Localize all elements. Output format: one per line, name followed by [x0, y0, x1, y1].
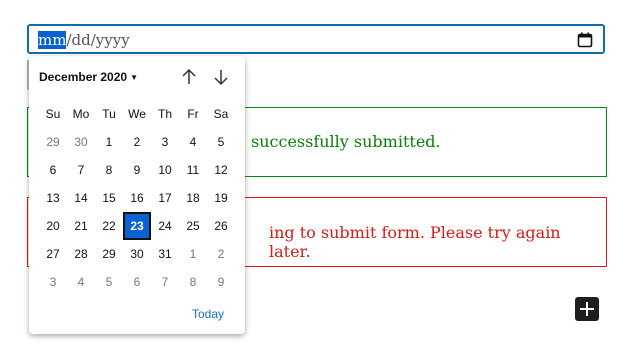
day-cell[interactable]: 8	[179, 268, 207, 296]
day-cell[interactable]: 26	[207, 212, 235, 240]
weekday-header: Tu	[102, 107, 116, 121]
day-cell[interactable]: 4	[67, 268, 95, 296]
day-cell[interactable]: 5	[207, 128, 235, 156]
day-cell[interactable]: 3	[151, 128, 179, 156]
weekday-header: We	[128, 107, 146, 121]
day-cell[interactable]: 2	[123, 128, 151, 156]
day-cell[interactable]: 3	[39, 268, 67, 296]
add-button[interactable]	[575, 297, 599, 321]
weekday-header: Su	[45, 107, 61, 121]
day-cell[interactable]: 27	[39, 240, 67, 268]
day-cell[interactable]: 17	[151, 184, 179, 212]
day-cell[interactable]: 6	[123, 268, 151, 296]
day-segment[interactable]: dd	[72, 31, 91, 49]
day-cell[interactable]: 25	[179, 212, 207, 240]
month-year-select[interactable]: December 2020 ▼	[39, 70, 138, 84]
day-cell[interactable]: 6	[39, 156, 67, 184]
day-cell[interactable]: 31	[151, 240, 179, 268]
month-year-label: December 2020	[39, 70, 128, 84]
day-cell[interactable]: 30	[123, 240, 151, 268]
caret-down-icon: ▼	[130, 73, 138, 82]
day-cell[interactable]: 1	[179, 240, 207, 268]
day-cell[interactable]: 28	[67, 240, 95, 268]
weekday-header: Mo	[72, 107, 90, 121]
month-segment[interactable]: mm	[38, 31, 67, 49]
day-cell[interactable]: 21	[67, 212, 95, 240]
today-button[interactable]: Today	[192, 307, 224, 321]
day-cell[interactable]: 18	[179, 184, 207, 212]
day-cell[interactable]: 19	[207, 184, 235, 212]
day-cell[interactable]: 29	[95, 240, 123, 268]
day-cell[interactable]: 15	[95, 184, 123, 212]
day-cell[interactable]: 1	[95, 128, 123, 156]
day-cell-selected[interactable]: 23	[123, 212, 151, 240]
weekday-header: Sa	[213, 107, 229, 121]
year-segment[interactable]: yyyy	[96, 31, 130, 49]
weekday-header: Fr	[187, 107, 199, 121]
previous-month-icon[interactable]	[180, 68, 198, 86]
day-cell[interactable]: 16	[123, 184, 151, 212]
day-cell[interactable]: 29	[39, 128, 67, 156]
calendar-grid: Su Mo Tu We Th Fr Sa 29 30 1 2 3 4 5 6 7 8 9 10 11 12 13 14 15 1…	[39, 100, 235, 296]
date-input[interactable]: mm/dd/yyyy	[27, 24, 605, 54]
plus-icon	[580, 302, 594, 316]
date-picker-popup: December 2020 ▼ Su Mo Tu We Th Fr Sa 29 30 1 2 3 4 5 6 7…	[29, 56, 245, 334]
day-cell[interactable]: 7	[67, 156, 95, 184]
day-cell[interactable]: 24	[151, 212, 179, 240]
day-cell[interactable]: 9	[123, 156, 151, 184]
day-cell[interactable]: 2	[207, 240, 235, 268]
day-cell[interactable]: 20	[39, 212, 67, 240]
success-text: successfully submitted.	[251, 132, 441, 151]
day-cell[interactable]: 22	[95, 212, 123, 240]
day-cell[interactable]: 12	[207, 156, 235, 184]
day-cell[interactable]: 9	[207, 268, 235, 296]
day-cell[interactable]: 13	[39, 184, 67, 212]
weekday-header: Th	[157, 107, 172, 121]
next-month-icon[interactable]	[212, 68, 230, 86]
day-cell[interactable]: 14	[67, 184, 95, 212]
date-text[interactable]: mm/dd/yyyy	[38, 31, 130, 49]
calendar-icon[interactable]	[577, 32, 593, 48]
day-cell[interactable]: 11	[179, 156, 207, 184]
day-cell[interactable]: 7	[151, 268, 179, 296]
day-cell[interactable]: 8	[95, 156, 123, 184]
day-cell[interactable]: 10	[151, 156, 179, 184]
day-cell[interactable]: 4	[179, 128, 207, 156]
error-text: ing to submit form. Please try again lat…	[269, 223, 561, 261]
day-cell[interactable]: 5	[95, 268, 123, 296]
day-cell[interactable]: 30	[67, 128, 95, 156]
